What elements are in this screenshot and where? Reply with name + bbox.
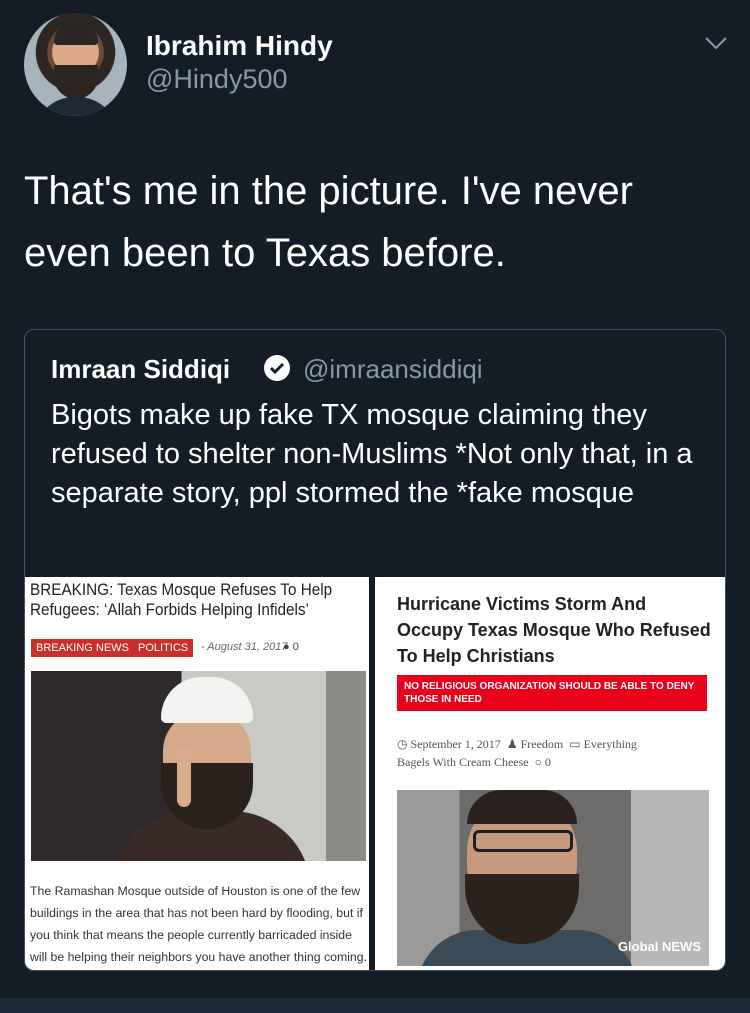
quoted-author-handle[interactable]: @imraansiddiqi (303, 354, 483, 385)
politics-tag: POLITICS (133, 639, 194, 657)
comment-bubble-icon: ○ (534, 755, 542, 769)
quoted-tweet[interactable]: Imraan Siddiqi @imraansiddiqi Bigots mak… (24, 329, 726, 971)
left-article-comments: ● 0 (283, 641, 299, 653)
avatar-beard (54, 65, 98, 99)
chevron-down-icon[interactable] (704, 34, 728, 52)
left-article-body: The Ramashan Mosque outside of Houston i… (30, 884, 368, 964)
breaking-news-tag: BREAKING NEWS (31, 639, 134, 657)
author-avatar[interactable] (24, 13, 127, 116)
left-article-headline: BREAKING: Texas Mosque Refuses To Help R… (30, 580, 333, 619)
clock-icon: ◷ (397, 737, 408, 751)
global-news-logo: Global NEWS (617, 939, 701, 954)
left-article-date: - August 31, 2017 (201, 641, 288, 653)
article-author: Freedom (520, 737, 564, 751)
photo-glasses (473, 830, 573, 852)
right-article-headline: Hurricane Victims Storm And Occupy Texas… (397, 594, 711, 666)
left-article-photo (31, 671, 366, 861)
right-article-meta: ◷ September 1, 2017 ♟ Freedom ▭ Everythi… (397, 735, 717, 771)
author-name[interactable]: Ibrahim Hindy (146, 30, 333, 62)
photo-hat (161, 677, 253, 723)
comment-count: 0 (292, 641, 299, 653)
avatar-shirt (34, 97, 118, 116)
author-handle[interactable]: @Hindy500 (146, 64, 288, 95)
right-article-photo: Global NEWS (397, 790, 709, 966)
photo-hair (467, 790, 577, 824)
avatar-cap (54, 23, 98, 45)
article-subcategory: Bagels With Cream Cheese (397, 755, 529, 769)
photo-finger (177, 747, 191, 807)
article-category: Everything (583, 737, 637, 751)
bottom-bar (0, 998, 750, 1013)
comment-bubble-icon: ● (283, 641, 290, 653)
article-comment-count: 0 (544, 755, 551, 769)
left-article-screenshot[interactable]: BREAKING: Texas Mosque Refuses To Help R… (25, 577, 372, 970)
right-article-screenshot[interactable]: Hurricane Victims Storm And Occupy Texas… (375, 577, 725, 970)
right-article-banner: NO RELIGIOUS ORGANIZATION SHOULD BE ABLE… (397, 675, 707, 711)
verified-badge-icon (264, 355, 290, 381)
quoted-author-name[interactable]: Imraan Siddiqi (51, 354, 230, 385)
quoted-tweet-text: Bigots make up fake TX mosque claiming t… (51, 399, 693, 509)
tweet-text: That's me in the picture. I've never eve… (24, 169, 633, 275)
folder-icon: ▭ (569, 737, 581, 751)
user-icon: ♟ (506, 737, 518, 751)
article-date: September 1, 2017 (410, 737, 501, 751)
